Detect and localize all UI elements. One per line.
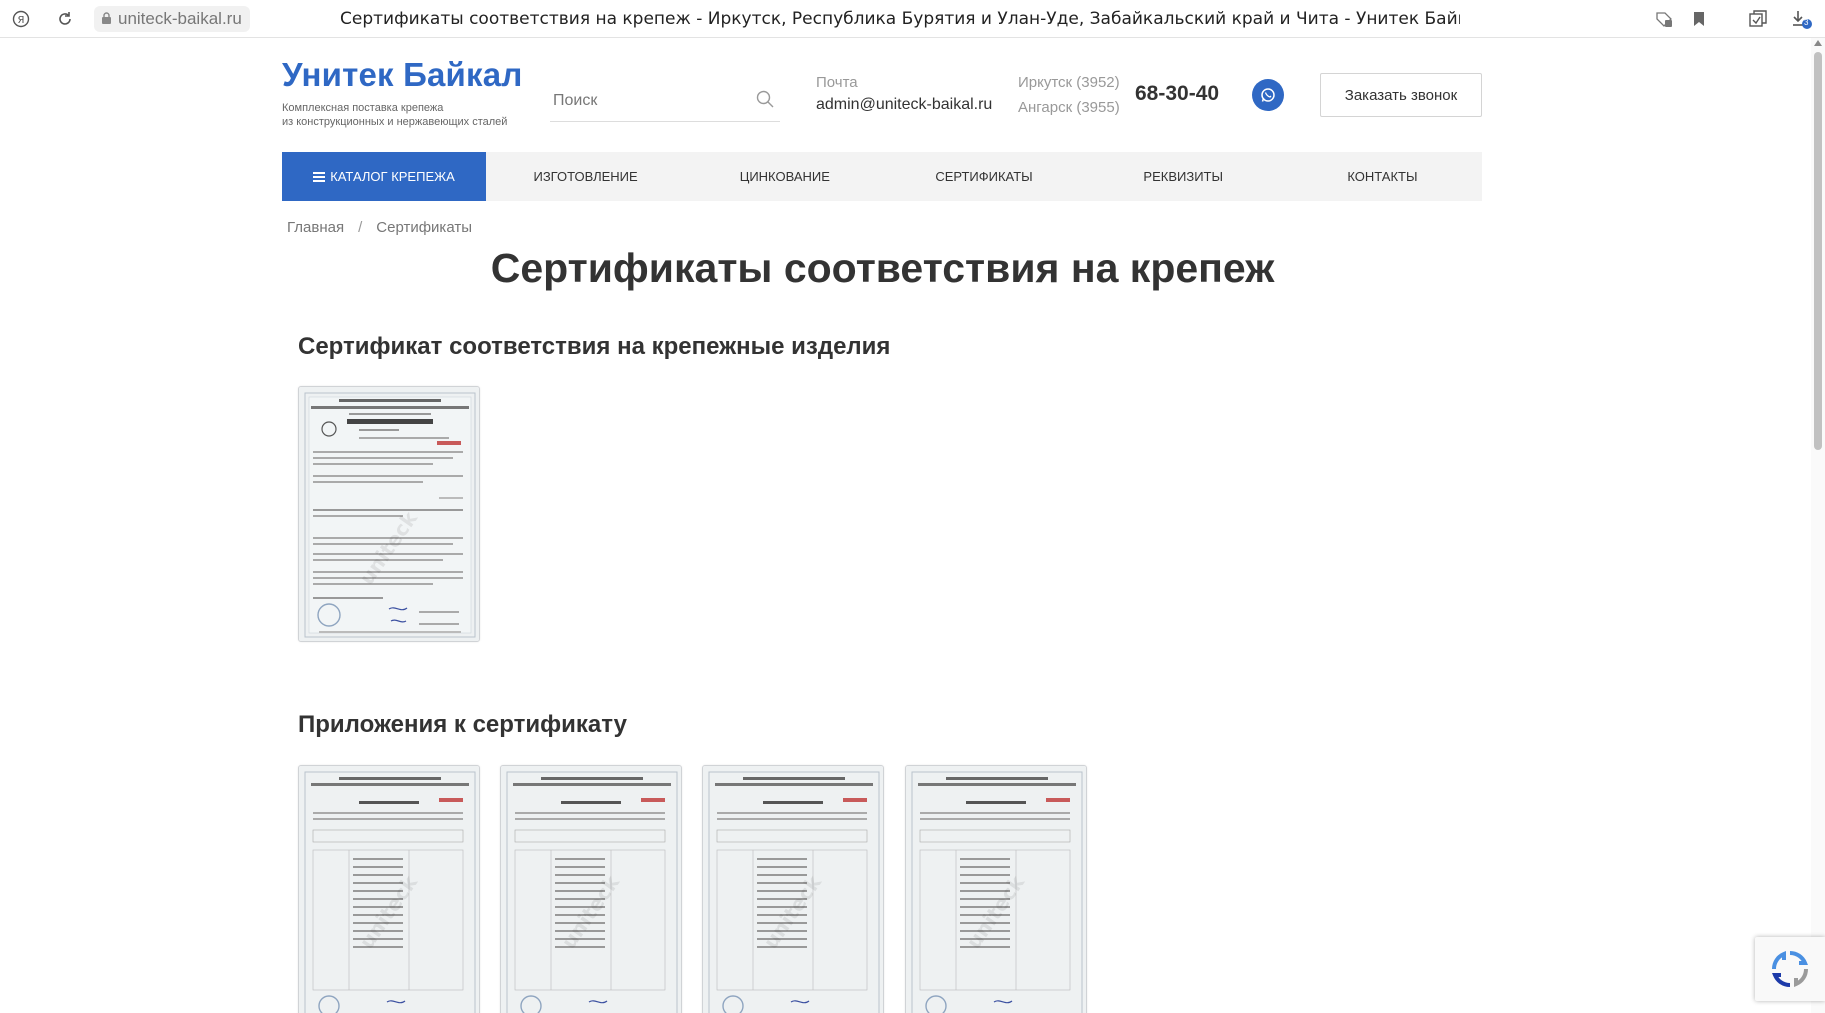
page-scrollbar[interactable] <box>1811 38 1825 1013</box>
city-code-angarsk: Ангарск (3955) <box>1018 99 1120 116</box>
page-title: Сертификаты соответствия на крепеж <box>490 245 1275 291</box>
city-code-irkutsk: Иркутск (3952) <box>1018 74 1120 91</box>
lock-icon <box>102 12 111 24</box>
reload-icon[interactable] <box>54 8 76 30</box>
breadcrumb-separator: / <box>358 219 363 236</box>
breadcrumb-current: Сертификаты <box>376 219 472 236</box>
logo-subtitle-line1: Комплексная поставка крепежа <box>282 102 444 114</box>
main-navigation: Каталог крепежа Изготовление Цинкование … <box>282 152 1482 201</box>
phone-number[interactable]: 68-30-40 <box>1135 82 1219 106</box>
nav-item-galvanizing[interactable]: Цинкование <box>685 152 884 201</box>
logo-subtitle: Комплексная поставка крепежа из конструк… <box>282 101 522 129</box>
collections-icon[interactable] <box>1747 8 1769 30</box>
certificate-thumbnail[interactable]: uniteck <box>298 386 480 642</box>
nav-item-contacts[interactable]: Контакты <box>1283 152 1482 201</box>
yandex-icon[interactable]: Я <box>10 8 32 30</box>
callback-button[interactable]: Заказать звонок <box>1320 73 1482 117</box>
nav-item-certificates[interactable]: Сертификаты <box>884 152 1083 201</box>
mail-label: Почта <box>816 74 858 91</box>
tab-title: Сертификаты соответствия на крепеж - Ирк… <box>340 9 1460 29</box>
search-input[interactable] <box>550 84 750 118</box>
downloads-badge: 3 <box>1804 18 1809 27</box>
nav-item-requisites[interactable]: Реквизиты <box>1084 152 1283 201</box>
logo-subtitle-line2: из конструкционных и нержавеющих сталей <box>282 116 508 128</box>
recaptcha-badge[interactable] <box>1755 937 1825 1001</box>
menu-icon <box>313 171 326 182</box>
scrollbar-thumb[interactable] <box>1814 52 1822 450</box>
svg-text:Я: Я <box>18 15 25 26</box>
bookmark-icon[interactable] <box>1688 8 1710 30</box>
section-title-certificate: Сертификат соответствия на крепежные изд… <box>298 333 891 360</box>
nav-catalog-label: Каталог крепежа <box>330 169 455 184</box>
appendix-thumbnail[interactable]: uniteck <box>702 765 884 1013</box>
extensions-icon[interactable] <box>1653 8 1675 30</box>
breadcrumb: Главная / Сертификаты <box>287 219 472 236</box>
url-text: uniteck-baikal.ru <box>118 9 242 28</box>
browser-toolbar: Я uniteck-baikal.ru Сертификаты соответс… <box>0 0 1825 38</box>
appendix-thumbnail[interactable]: uniteck <box>500 765 682 1013</box>
whatsapp-icon[interactable] <box>1252 79 1284 111</box>
appendix-thumbnail[interactable]: uniteck <box>298 765 480 1013</box>
section-title-appendices: Приложения к сертификату <box>298 711 627 738</box>
mail-link[interactable]: admin@uniteck-baikal.ru <box>816 96 992 114</box>
recaptcha-icon <box>1771 950 1809 988</box>
scroll-up-arrow[interactable] <box>1814 40 1822 46</box>
search-icon[interactable] <box>756 90 774 108</box>
nav-item-manufacturing[interactable]: Изготовление <box>486 152 685 201</box>
nav-catalog-button[interactable]: Каталог крепежа <box>282 152 486 201</box>
address-bar[interactable]: uniteck-baikal.ru <box>94 6 250 32</box>
logo-title[interactable]: Унитек Байкал <box>282 56 522 94</box>
breadcrumb-home[interactable]: Главная <box>287 219 344 236</box>
appendix-thumbnail[interactable]: uniteck <box>905 765 1087 1013</box>
downloads-icon[interactable]: 3 <box>1790 8 1812 30</box>
search-box <box>550 80 780 122</box>
